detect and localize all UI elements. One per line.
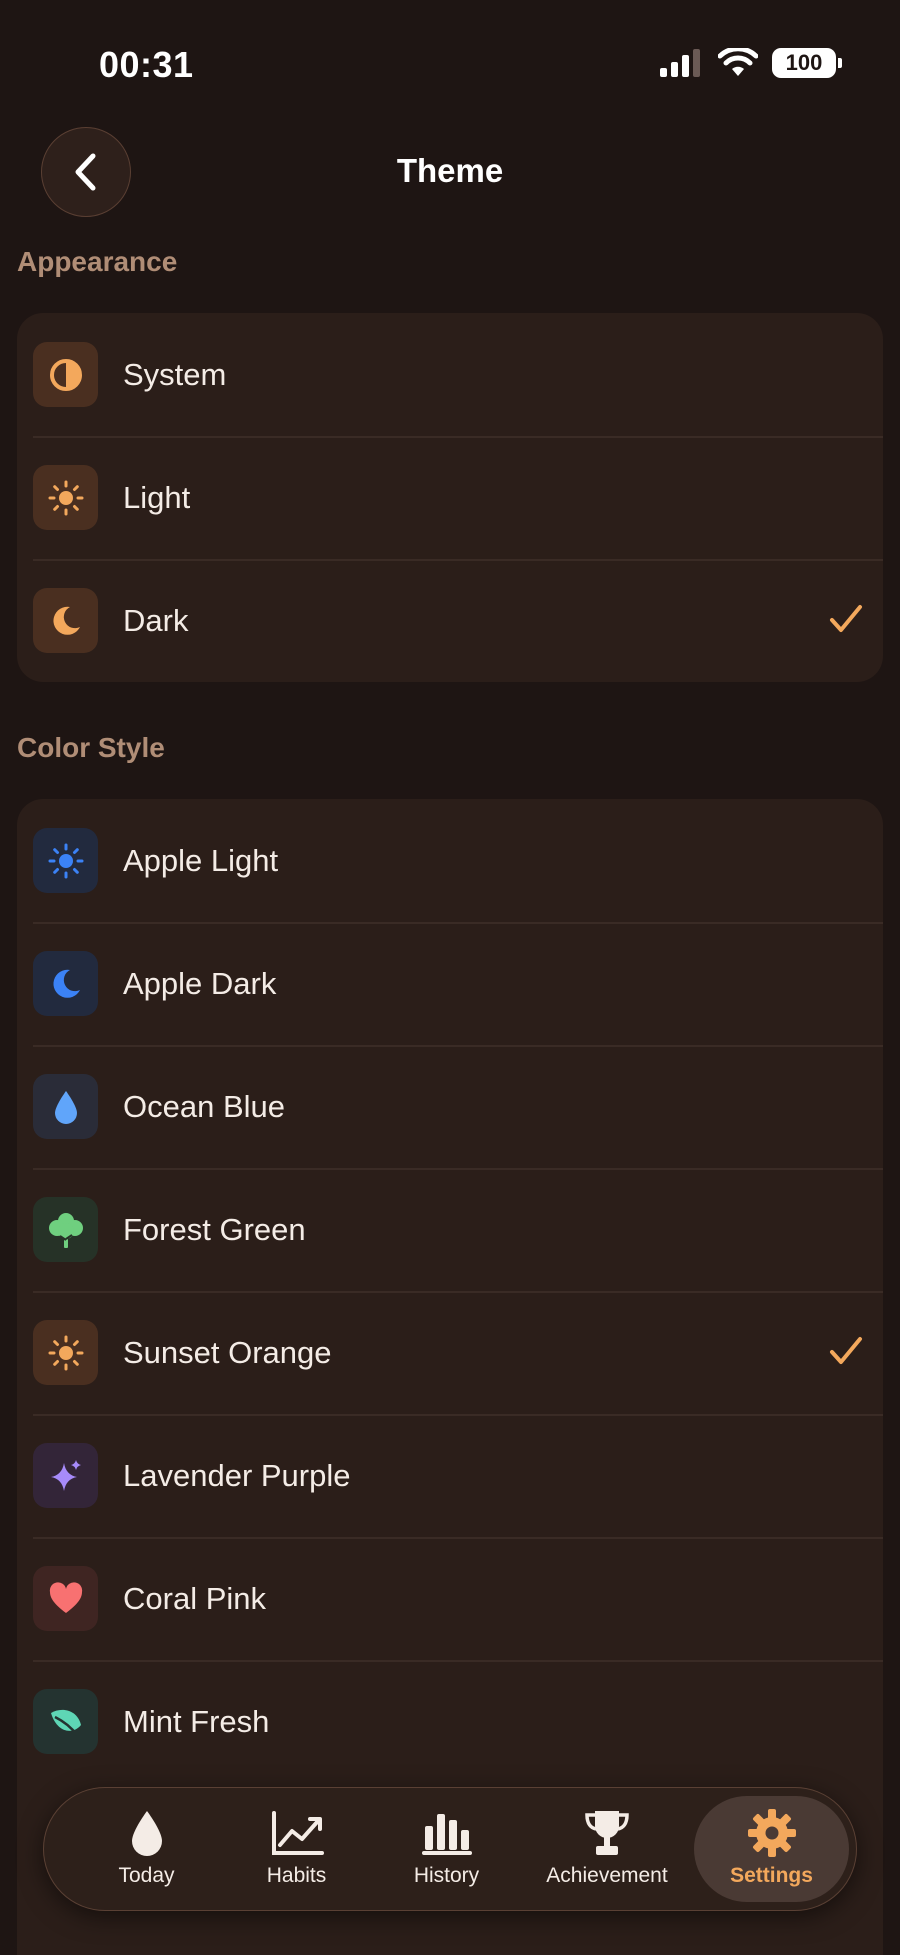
tab-label: Habits (266, 1864, 327, 1887)
appearance-option-light[interactable]: Light (17, 436, 883, 559)
sun-icon (33, 1320, 98, 1385)
color-style-option-label: Apple Dark (123, 965, 277, 1001)
color-style-option-label: Ocean Blue (123, 1088, 285, 1124)
color-style-option-label: Lavender Purple (123, 1457, 351, 1493)
heart-icon (33, 1566, 98, 1631)
tree-icon (33, 1197, 98, 1262)
checkmark-icon (830, 1337, 862, 1364)
signal-icon (660, 49, 700, 77)
gear-icon (747, 1806, 797, 1860)
tab-history[interactable]: History (384, 1796, 509, 1902)
battery-indicator: 100 (772, 48, 842, 78)
color-style-option-mint-fresh[interactable]: Mint Fresh (17, 1660, 883, 1783)
color-style-list: Apple Light Apple Dark Ocean Blue Forest… (17, 799, 883, 1955)
color-style-option-forest-green[interactable]: Forest Green (17, 1168, 883, 1291)
sun-icon (33, 465, 98, 530)
drop-icon (130, 1806, 164, 1860)
appearance-option-label: Dark (123, 602, 189, 638)
color-style-option-sunset-orange[interactable]: Sunset Orange (17, 1291, 883, 1414)
tab-label: Settings (730, 1864, 813, 1887)
color-style-option-apple-dark[interactable]: Apple Dark (17, 922, 883, 1045)
color-style-option-apple-light[interactable]: Apple Light (17, 799, 883, 922)
chart-line-icon (270, 1806, 324, 1860)
tab-bar: Today Habits History Achievement Setting… (43, 1787, 857, 1911)
drop-icon (33, 1074, 98, 1139)
appearance-option-dark[interactable]: Dark (17, 559, 883, 682)
sun-icon (33, 828, 98, 893)
color-style-option-coral-pink[interactable]: Coral Pink (17, 1537, 883, 1660)
appearance-list: System Light Dark (17, 313, 883, 682)
page-title: Theme (396, 152, 504, 189)
color-style-option-label: Forest Green (123, 1211, 306, 1247)
status-bar: 00:31 100 (0, 0, 900, 120)
tab-label: Achievement (546, 1864, 668, 1887)
tab-today[interactable]: Today (84, 1796, 209, 1902)
trophy-icon (582, 1806, 632, 1860)
color-style-option-label: Mint Fresh (123, 1703, 270, 1739)
navigation-bar: Theme (0, 125, 900, 225)
appearance-option-label: Light (123, 479, 191, 515)
appearance-section-title: Appearance (17, 246, 178, 277)
checkmark-icon (830, 605, 862, 632)
color-style-option-ocean-blue[interactable]: Ocean Blue (17, 1045, 883, 1168)
color-style-section-title: Color Style (17, 732, 165, 763)
moon-icon (33, 951, 98, 1016)
status-icons: 100 (660, 48, 842, 78)
appearance-option-system[interactable]: System (17, 313, 883, 436)
appearance-option-label: System (123, 356, 227, 392)
half-circle-icon (33, 342, 98, 407)
status-time: 00:31 (99, 44, 194, 85)
leaf-icon (33, 1689, 98, 1754)
tab-settings[interactable]: Settings (694, 1796, 849, 1902)
moon-icon (33, 588, 98, 653)
tab-achievement[interactable]: Achievement (527, 1796, 687, 1902)
tab-label: History (413, 1864, 480, 1887)
sparkles-icon (33, 1443, 98, 1508)
tab-label: Today (118, 1864, 175, 1887)
bar-chart-icon (420, 1806, 474, 1860)
color-style-option-lavender-purple[interactable]: Lavender Purple (17, 1414, 883, 1537)
color-style-option-label: Coral Pink (123, 1580, 266, 1616)
wifi-icon (718, 48, 758, 76)
color-style-option-label: Sunset Orange (123, 1334, 332, 1370)
tab-habits[interactable]: Habits (234, 1796, 359, 1902)
color-style-option-label: Apple Light (123, 842, 279, 878)
